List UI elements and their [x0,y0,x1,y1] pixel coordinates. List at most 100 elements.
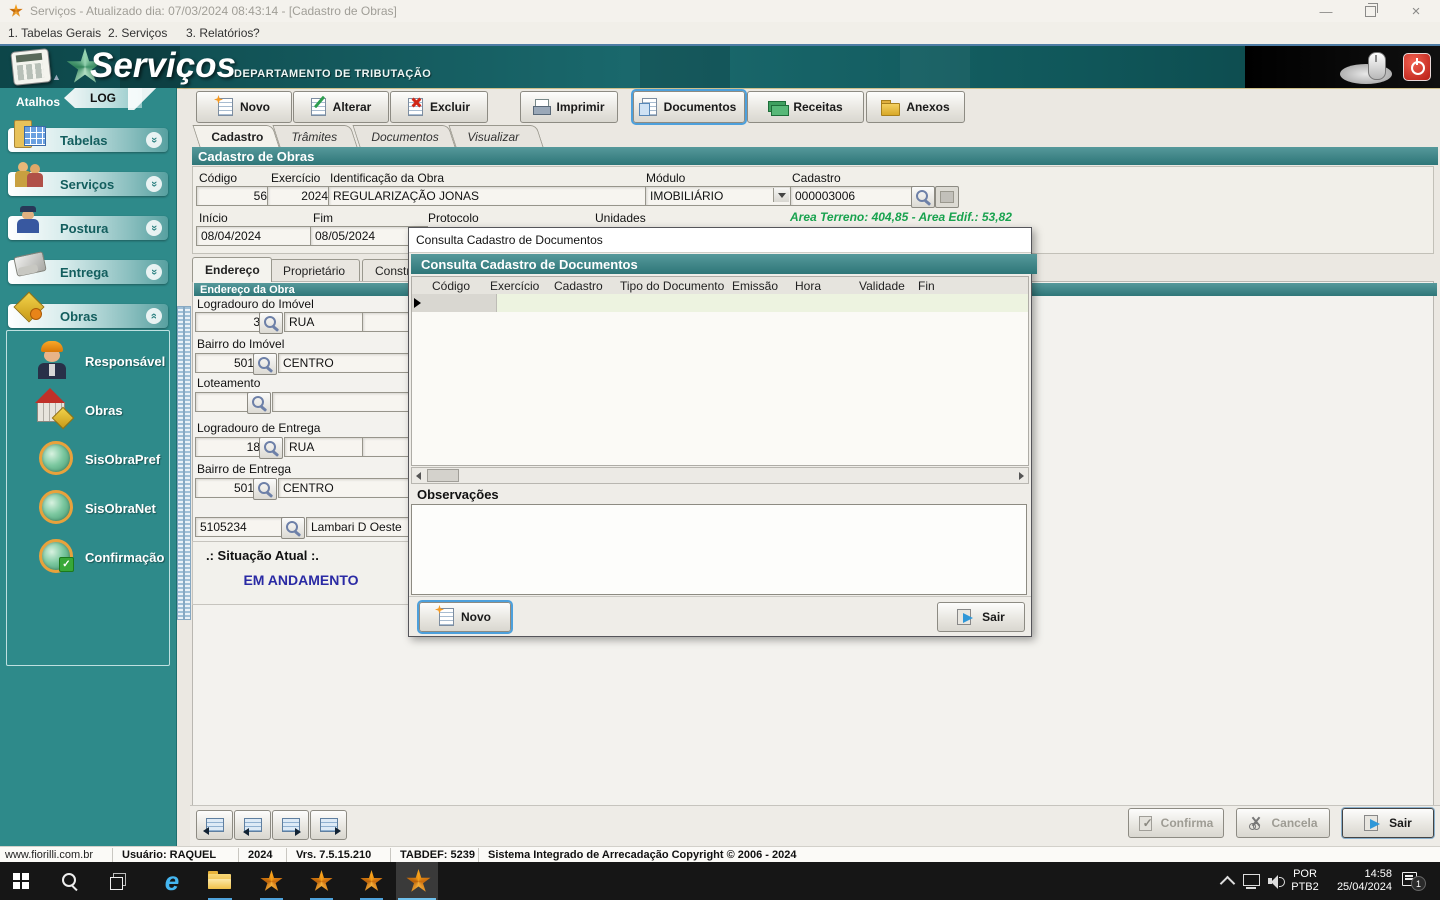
receitas-button[interactable]: Receitas [747,91,864,123]
logradouro-entrega-search-button[interactable] [259,437,283,459]
documentos-grid[interactable]: Código Exercício Cadastro Tipo do Docume… [411,276,1029,466]
chevron-down-icon[interactable]: » [146,176,162,192]
power-button[interactable] [1403,53,1431,81]
logradouro-entrega-tipo-field[interactable]: RUA [284,437,368,457]
sidebar-item-sisobrapref[interactable]: SisObraPref [21,437,171,481]
dialog-novo-button[interactable]: Novo [417,600,513,634]
splitter-scrollbar-left[interactable] [177,306,184,620]
logradouro-entrega-cod-field[interactable]: 18 [195,437,265,457]
notification-icon[interactable]: 1 [1402,872,1426,891]
menu-servicos[interactable]: 2. Serviços [108,26,167,40]
minimize-button[interactable]: — [1306,1,1346,21]
chevron-down-icon[interactable]: » [146,132,162,148]
sidebar-section-entrega[interactable]: Entrega » [8,251,168,284]
record-next-button[interactable] [272,810,309,840]
bairro-imovel-search-button[interactable] [253,353,277,375]
tab-visualizar[interactable]: Visualizar [448,125,544,147]
loteamento-field[interactable] [272,392,418,412]
dialog-titlebar[interactable]: Consulta Cadastro de Documentos [409,228,1031,253]
tray-chevron-icon[interactable] [1219,875,1236,892]
record-first-button[interactable] [196,810,233,840]
taskbar-search-icon[interactable] [62,873,78,892]
close-button[interactable]: × [1396,1,1436,21]
sidebar-item-confirmacao[interactable]: ✓ Confirmação [21,535,171,579]
col-validade[interactable]: Validade [859,279,905,293]
bairro-imovel-cod-field[interactable]: 501 [195,353,259,373]
alterar-button[interactable]: Alterar [293,91,389,123]
col-fin[interactable]: Fin [918,279,935,293]
col-exercicio[interactable]: Exercício [490,279,539,293]
col-emissao[interactable]: Emissão [732,279,778,293]
sair-button[interactable]: Sair [1342,808,1434,838]
bairro-entrega-cod-field[interactable]: 501 [195,478,259,498]
excluir-button[interactable]: Excluir [390,91,488,123]
restore-button[interactable] [1350,1,1390,21]
cadastro-search-button[interactable] [911,186,935,208]
anexos-button[interactable]: Anexos [866,91,965,123]
cidade-field[interactable]: Lambari D Oeste [306,517,418,537]
tab-documentos[interactable]: Documentos [352,125,456,147]
documentos-button[interactable]: Documentos [631,89,747,125]
menu-relatorios[interactable]: 3. Relatórios [186,26,253,40]
confirma-button[interactable]: ✓ Confirma [1128,808,1224,838]
subtab-proprietario[interactable]: Proprietário [270,259,360,282]
col-cadastro[interactable]: Cadastro [554,279,603,293]
novo-button[interactable]: Novo [196,91,292,123]
col-codigo[interactable]: Código [432,279,470,293]
network-icon[interactable] [1243,874,1260,889]
scroll-right-icon[interactable] [1019,472,1024,480]
cadastro-photo-button[interactable] [935,186,959,208]
record-last-button[interactable] [310,810,347,840]
observacoes-textarea[interactable] [411,504,1027,595]
sidebar-section-servicos[interactable]: Serviços » [8,162,168,196]
scroll-left-icon[interactable] [416,472,421,480]
sidebar-item-obras[interactable]: Obras [21,388,171,432]
identificacao-field[interactable]: REGULARIZAÇÃO JONAS [328,186,648,206]
clock[interactable]: 14:58 25/04/2024 [1326,868,1392,894]
sidebar-item-sisobranet[interactable]: SisObraNet [21,486,171,530]
sidebar-section-tabelas[interactable]: Tabelas » [8,120,168,152]
internet-explorer-icon[interactable]: e [158,866,186,896]
exercicio-field[interactable]: 2024 [267,186,333,206]
chevron-down-icon[interactable]: » [146,220,162,236]
menu-help[interactable]: ? [253,26,260,40]
grid-selected-row[interactable] [412,294,1028,312]
cadastro-field[interactable]: 000003006 [790,186,918,206]
grid-hscrollbar[interactable] [411,467,1029,484]
bairro-entrega-search-button[interactable] [253,478,277,500]
sidebar-section-postura[interactable]: Postura » [8,206,168,240]
fiorilli-app-icon-2[interactable] [310,870,333,891]
sidebar-item-responsavel[interactable]: Responsável [21,339,171,383]
record-prev-button[interactable] [234,810,271,840]
scroll-thumb[interactable] [427,469,459,482]
splitter-scrollbar-right[interactable] [184,306,191,620]
loteamento-search-button[interactable] [247,392,271,414]
start-button[interactable] [13,873,29,889]
tab-cadastro[interactable]: Cadastro [192,125,280,147]
logradouro-imovel-search-button[interactable] [259,312,283,334]
logradouro-imovel-tipo-field[interactable]: RUA [284,312,368,332]
file-explorer-icon[interactable] [208,871,232,890]
fiorilli-app-icon-3[interactable] [360,870,383,891]
task-view-icon[interactable] [110,873,126,890]
codigo-field[interactable]: 56 [196,186,272,206]
fiorilli-app-icon-1[interactable] [260,870,283,891]
chevron-up-icon[interactable]: » [146,308,162,324]
imprimir-button[interactable]: Imprimir [520,91,618,123]
col-hora[interactable]: Hora [795,279,821,293]
inicio-field[interactable]: 08/04/2024 [196,226,314,246]
cancela-button[interactable]: Cancela [1236,808,1330,838]
bairro-entrega-field[interactable]: CENTRO [278,478,418,498]
modulo-select[interactable]: IMOBILIÁRIO [645,186,791,206]
modulo-dropdown-icon[interactable] [773,188,789,202]
menu-tabelas-gerais[interactable]: 1. Tabelas Gerais [8,26,101,40]
language-indicator[interactable]: POR PTB2 [1288,868,1322,894]
subtab-endereco[interactable]: Endereço [192,257,272,282]
logradouro-imovel-cod-field[interactable]: 3 [195,312,265,332]
tab-tramites[interactable]: Trâmites [272,125,358,147]
bairro-imovel-field[interactable]: CENTRO [278,353,418,373]
col-tipo-documento[interactable]: Tipo do Documento [620,279,724,293]
cidade-search-button[interactable] [281,517,305,539]
loteamento-cod-field[interactable] [195,392,253,412]
cidade-cod-field[interactable]: 5105234 [195,517,287,537]
